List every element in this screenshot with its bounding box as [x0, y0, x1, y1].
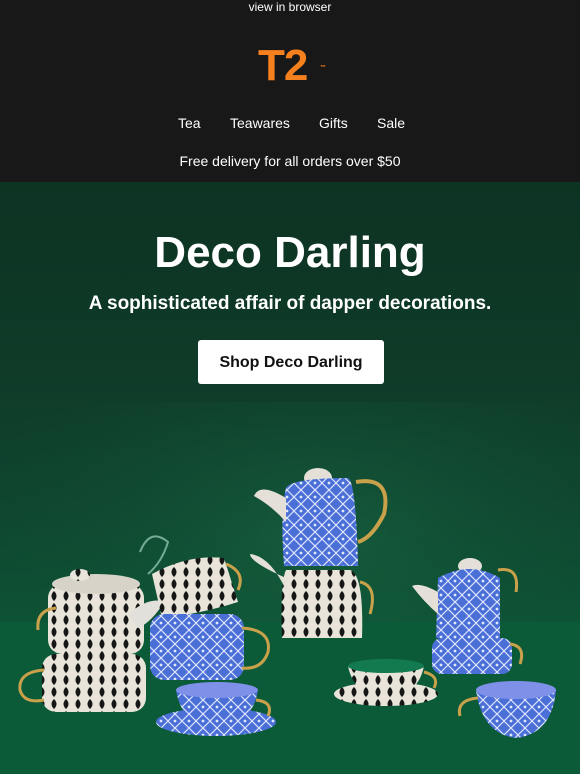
shop-deco-darling-button[interactable]: Shop Deco Darling — [198, 340, 384, 384]
nav-sale[interactable]: Sale — [377, 114, 405, 132]
email-header: view in browser T2 ™ Tea Teawares Gifts … — [0, 0, 580, 182]
nav-tea[interactable]: Tea — [178, 114, 201, 132]
logo-text: T2 — [258, 41, 308, 90]
delivery-banner: Free delivery for all orders over $50 — [179, 153, 401, 169]
nav-teawares[interactable]: Teawares — [230, 114, 290, 132]
view-in-browser-link[interactable]: view in browser — [0, 0, 580, 14]
nav-gifts[interactable]: Gifts — [319, 114, 348, 132]
hero-banner: Deco Darling A sophisticated affair of d… — [0, 182, 580, 774]
main-nav: Tea Teawares Gifts Sale — [0, 114, 580, 132]
hero-title: Deco Darling — [154, 228, 426, 277]
t2-logo[interactable]: T2 ™ — [258, 42, 328, 90]
hero-subtitle: A sophisticated affair of dapper decorat… — [88, 293, 492, 314]
trademark-mark: ™ — [320, 65, 326, 71]
